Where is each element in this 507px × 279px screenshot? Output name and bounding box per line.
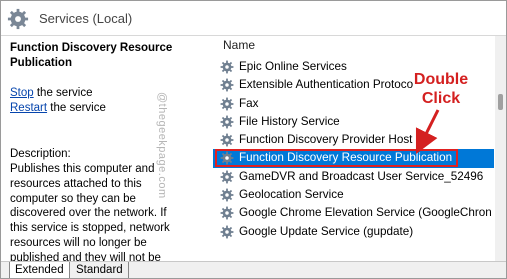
- header-bar: Services (Local): [1, 1, 506, 36]
- selection-highlight-box: [215, 149, 458, 168]
- scrollbar-thumb[interactable]: [498, 94, 503, 110]
- service-row-label: Fax: [239, 96, 259, 110]
- service-gear-icon: [220, 97, 234, 111]
- service-row[interactable]: Google Update Service (gupdate): [213, 223, 494, 241]
- stop-action-text: the service: [33, 87, 93, 99]
- service-row-label: File History Service: [239, 114, 340, 128]
- service-gear-icon: [220, 188, 234, 202]
- service-gear-icon: [220, 170, 234, 184]
- service-gear-icon: [220, 133, 234, 147]
- watermark: @thegeekpage.com: [156, 92, 168, 199]
- column-header-name[interactable]: Name: [223, 38, 255, 52]
- gear-icon: [7, 8, 29, 30]
- service-gear-icon: [220, 206, 234, 220]
- header-title: Services (Local): [39, 11, 133, 26]
- service-row-label: Google Update Service (gupdate): [239, 224, 414, 238]
- callout-line-2: Click: [421, 90, 461, 107]
- service-row-label: Function Discovery Provider Host: [239, 133, 413, 147]
- description-text: Publishes this computer and resources at…: [10, 163, 170, 261]
- service-row-label: Extensible Authentication Protoco: [239, 78, 414, 92]
- service-row[interactable]: Geolocation Service: [213, 186, 494, 204]
- restart-link[interactable]: Restart: [10, 102, 47, 114]
- service-row-label: Epic Online Services: [239, 60, 347, 73]
- view-tabs: Extended Standard: [1, 261, 506, 278]
- selected-service-name: Function Discovery Resource Publication: [10, 42, 173, 69]
- tab-standard[interactable]: Standard: [71, 262, 129, 278]
- services-window: Services (Local) Function Discovery Reso…: [0, 0, 507, 279]
- service-row-label: Geolocation Service: [239, 188, 344, 202]
- stop-action: Stop the service: [10, 86, 92, 101]
- service-details-pane: Function Discovery Resource Publication …: [1, 36, 211, 261]
- stop-link[interactable]: Stop: [10, 87, 34, 99]
- vertical-scrollbar[interactable]: [495, 36, 506, 261]
- service-row[interactable]: GameDVR and Broadcast User Service_52496: [213, 168, 494, 186]
- tab-extended[interactable]: Extended: [9, 262, 70, 278]
- restart-action-text: the service: [47, 102, 106, 114]
- service-gear-icon: [220, 115, 234, 129]
- service-row-label: Google Chrome Elevation Service (GoogleC…: [239, 206, 492, 220]
- callout-line-1: Double: [413, 71, 469, 88]
- service-row-label: GameDVR and Broadcast User Service_52496: [239, 169, 484, 183]
- service-row[interactable]: Function Discovery Resource Publication: [213, 149, 494, 168]
- service-row[interactable]: Function Discovery Provider Host: [213, 131, 494, 149]
- service-gear-icon: [220, 60, 234, 74]
- description-label: Description:: [10, 148, 71, 160]
- service-row[interactable]: Google Chrome Elevation Service (GoogleC…: [213, 204, 494, 222]
- restart-action: Restart the service: [10, 101, 106, 116]
- service-gear-icon: [220, 78, 234, 92]
- double-click-callout: Double Click: [410, 70, 472, 108]
- service-row[interactable]: File History Service: [213, 113, 494, 131]
- service-gear-icon: [220, 225, 234, 239]
